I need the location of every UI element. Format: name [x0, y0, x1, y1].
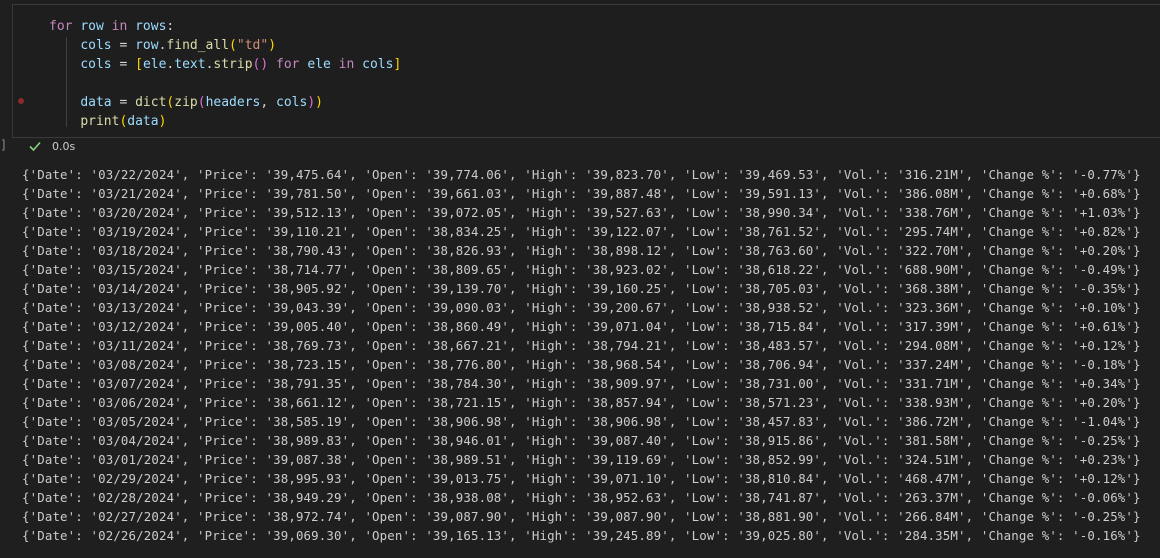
output-line: {'Date': '03/21/2024', 'Price': '39,781.… — [22, 186, 1141, 201]
output-line: {'Date': '03/22/2024', 'Price': '39,475.… — [22, 167, 1141, 182]
code-line-2[interactable]: cols = row.find_all("td") — [49, 36, 276, 55]
output-line: {'Date': '02/28/2024', 'Price': '38,949.… — [22, 490, 1141, 505]
output-line: {'Date': '03/08/2024', 'Price': '38,723.… — [22, 357, 1141, 372]
cell-gutter-bracket: ] — [0, 138, 8, 152]
code-cell[interactable]: for row in rows: cols = row.find_all("td… — [12, 4, 1160, 138]
output-line: {'Date': '03/01/2024', 'Price': '39,087.… — [22, 452, 1141, 467]
output-line: {'Date': '03/13/2024', 'Price': '39,043.… — [22, 300, 1141, 315]
output-line: {'Date': '02/26/2024', 'Price': '39,069.… — [22, 528, 1141, 543]
cell-output: {'Date': '03/22/2024', 'Price': '39,475.… — [22, 165, 1160, 545]
code-line-5[interactable]: data = dict(zip(headers, cols)) — [49, 93, 323, 112]
execution-time: 0.0s — [52, 139, 76, 153]
output-line: {'Date': '03/14/2024', 'Price': '38,905.… — [22, 281, 1141, 296]
code-line-3[interactable]: cols = [ele.text.strip() for ele in cols… — [49, 55, 401, 74]
output-line: {'Date': '02/29/2024', 'Price': '38,995.… — [22, 471, 1141, 486]
output-line: {'Date': '03/15/2024', 'Price': '38,714.… — [22, 262, 1141, 277]
output-line: {'Date': '03/12/2024', 'Price': '39,005.… — [22, 319, 1141, 334]
output-line: {'Date': '03/20/2024', 'Price': '39,512.… — [22, 205, 1141, 220]
output-line: {'Date': '03/07/2024', 'Price': '38,791.… — [22, 376, 1141, 391]
output-line: {'Date': '03/11/2024', 'Price': '38,769.… — [22, 338, 1141, 353]
output-line: {'Date': '03/18/2024', 'Price': '38,790.… — [22, 243, 1141, 258]
code-line-1[interactable]: for row in rows: — [49, 17, 174, 36]
output-line: {'Date': '03/19/2024', 'Price': '39,110.… — [22, 224, 1141, 239]
output-line: {'Date': '03/04/2024', 'Price': '38,989.… — [22, 433, 1141, 448]
check-icon — [28, 139, 42, 153]
notebook-page: for row in rows: cols = row.find_all("td… — [0, 0, 1160, 558]
breakpoint-dot-icon[interactable] — [18, 98, 24, 104]
output-line: {'Date': '03/05/2024', 'Price': '38,585.… — [22, 414, 1141, 429]
code-line-6[interactable]: print(data) — [49, 112, 166, 131]
output-line: {'Date': '02/27/2024', 'Price': '38,972.… — [22, 509, 1141, 524]
execution-status: 0.0s — [28, 138, 75, 154]
output-line: {'Date': '03/06/2024', 'Price': '38,661.… — [22, 395, 1141, 410]
